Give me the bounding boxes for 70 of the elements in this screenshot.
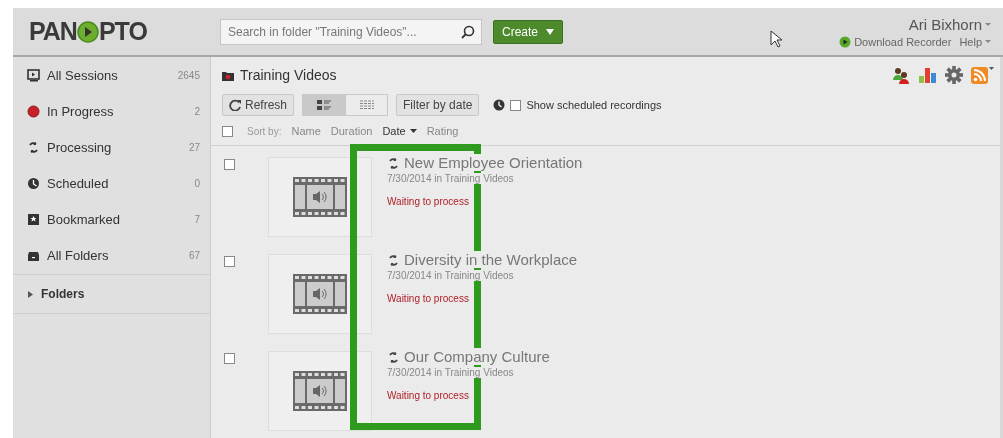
film-audio-icon (293, 274, 347, 314)
play-icon (839, 35, 852, 48)
video-thumbnail[interactable] (268, 254, 372, 334)
checkbox[interactable] (224, 256, 235, 267)
play-ball-icon (76, 20, 99, 43)
users-icon[interactable] (892, 66, 910, 84)
caret-icon (985, 22, 991, 26)
sidebar-item[interactable]: Scheduled 0 (13, 165, 210, 201)
clock-icon (493, 99, 506, 111)
checkbox[interactable] (510, 99, 522, 111)
session-title[interactable]: Our Company Culture (404, 348, 550, 365)
caret-icon (989, 66, 994, 70)
film-audio-icon (293, 371, 347, 411)
session-title[interactable]: Diversity in the Workplace (404, 251, 578, 268)
sidebar-item-icon (27, 176, 40, 190)
refresh-button[interactable]: Refresh (222, 94, 295, 116)
search-field[interactable]: Search in folder "Training Videos"... (220, 18, 482, 45)
cursor-icon (770, 30, 783, 48)
session-status: Waiting to process (387, 196, 470, 207)
video-thumbnail[interactable] (268, 157, 372, 237)
checkbox[interactable] (224, 353, 235, 364)
folder-title: Training Videos (240, 67, 338, 83)
expand-icon (27, 290, 34, 298)
grid-view-button[interactable] (345, 94, 389, 116)
bar-chart-icon[interactable] (918, 66, 937, 84)
sidebar-item-icon (27, 212, 40, 226)
sidebar-item[interactable]: All Folders 67 (13, 237, 210, 273)
search-icon[interactable] (461, 24, 475, 39)
sidebar-item[interactable]: In Progress 2 (13, 93, 210, 129)
logo-text: PTO (98, 17, 147, 46)
session-title[interactable]: New Employee Orientation (404, 154, 583, 171)
refresh-icon (229, 99, 241, 111)
processing-icon (387, 253, 399, 266)
list-view-button[interactable] (302, 94, 346, 116)
caret-icon (546, 28, 555, 35)
sidebar-item[interactable]: All Sessions 2645 (13, 57, 210, 93)
processing-icon (387, 156, 399, 169)
sidebar-item-icon (27, 68, 40, 82)
folder-icon (222, 69, 234, 81)
list-view-icon (316, 100, 331, 110)
video-thumbnail[interactable] (268, 351, 372, 431)
caret-icon (985, 40, 991, 43)
session-status: Waiting to process (387, 390, 470, 401)
sidebar-item-icon (27, 140, 40, 154)
checkbox[interactable] (222, 125, 233, 137)
help-menu[interactable]: Help (959, 35, 991, 48)
download-recorder-link[interactable]: Download Recorder (839, 35, 952, 48)
checkbox[interactable] (224, 159, 235, 170)
folders-toggle[interactable]: Folders (13, 274, 210, 314)
session-meta: 7/30/2014 in Training Videos (387, 367, 514, 378)
sidebar-item[interactable]: Bookmarked 7 (13, 201, 210, 237)
session-status: Waiting to process (387, 293, 470, 304)
logo-text: PAN (29, 17, 77, 46)
film-audio-icon (293, 177, 347, 217)
filter-by-date-button[interactable]: Filter by date (396, 94, 480, 116)
create-button[interactable]: Create (493, 19, 564, 44)
sidebar-item-icon (27, 104, 40, 118)
rss-menu[interactable] (971, 66, 994, 84)
session-meta: 7/30/2014 in Training Videos (387, 270, 514, 281)
sort-label: Sort by: (247, 125, 282, 137)
processing-icon (387, 350, 399, 363)
sidebar-item[interactable]: Processing 27 (13, 129, 210, 165)
rss-icon (971, 66, 988, 84)
sort-descending-icon (409, 129, 417, 133)
sort-option[interactable]: Date (382, 125, 417, 137)
user-menu[interactable]: Ari Bixhorn (908, 15, 991, 33)
session-meta: 7/30/2014 in Training Videos (387, 173, 514, 184)
checkbox-label: Show scheduled recordings (526, 99, 662, 111)
compact-view-icon (359, 100, 374, 110)
settings-icon[interactable] (945, 66, 963, 84)
